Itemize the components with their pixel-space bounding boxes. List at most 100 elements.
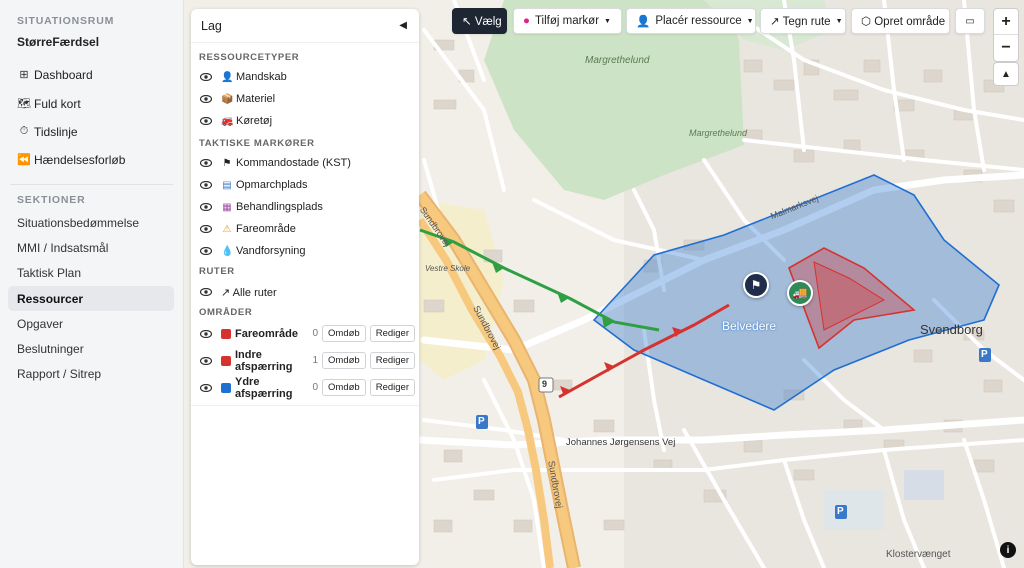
- eye-icon[interactable]: [200, 356, 212, 365]
- draw-route-button[interactable]: ↗ Tegn rute ▼: [760, 8, 846, 34]
- eye-icon[interactable]: [200, 288, 212, 296]
- add-marker-button[interactable]: ● Tilføj markør ▼: [513, 8, 622, 34]
- sidebar-divider: [10, 184, 173, 185]
- section-mmi[interactable]: MMI / Indsatsmål: [0, 235, 183, 260]
- nav-timeline[interactable]: ⏱ Tidslinje: [0, 119, 183, 144]
- area-swatch: [221, 382, 231, 393]
- nav-label: Hændelsesforløb: [34, 152, 126, 167]
- edit-button[interactable]: Rediger: [369, 379, 415, 396]
- routes-title: RUTER: [199, 266, 235, 277]
- nav-dashboard[interactable]: ⊞ Dashboard: [0, 62, 183, 87]
- nav-label: Fuld kort: [34, 96, 81, 111]
- print-button[interactable]: ▭: [955, 8, 985, 34]
- section-situationsbedoemmelse[interactable]: Situationsbedømmelse: [0, 210, 183, 235]
- timer-icon: ⏱: [19, 125, 29, 137]
- zoom-out-button[interactable]: −: [994, 35, 1018, 61]
- layer-row-all-routes[interactable]: ↗ Alle ruter: [191, 281, 419, 303]
- layer-row-opmarchplads[interactable]: ▤ Opmarchplads: [191, 174, 419, 196]
- layer-label: Materiel: [236, 93, 276, 105]
- eye-icon[interactable]: [200, 159, 212, 167]
- map-label-park-2: Margrethelund: [689, 128, 748, 138]
- rename-button[interactable]: Omdøb: [322, 379, 366, 396]
- layer-row-materiel[interactable]: 📦 Materiel: [191, 88, 419, 110]
- north-arrow-icon: ▲: [1001, 68, 1011, 80]
- area-count: 1: [312, 355, 319, 366]
- layer-row-fareomraade[interactable]: ⚠ Fareområde: [191, 218, 419, 240]
- rename-button[interactable]: Omdøb: [322, 352, 366, 369]
- map-icon: 🗺: [17, 98, 31, 110]
- eye-icon[interactable]: [200, 383, 212, 392]
- area-count: 0: [312, 382, 319, 393]
- add-marker-label: Tilføj markør: [534, 15, 600, 27]
- area-name: Indre afspærring: [235, 348, 293, 373]
- command-post-marker[interactable]: ⚑: [743, 272, 769, 298]
- resource-types-title: RESSOURCETYPER: [199, 52, 300, 63]
- vehicle-icon: 🚒: [221, 115, 234, 127]
- pin-icon: ●: [523, 15, 530, 27]
- eye-icon[interactable]: [200, 225, 212, 233]
- layer-label: Opmarchplads: [236, 179, 308, 191]
- rename-button[interactable]: Omdøb: [322, 325, 366, 342]
- map-label-klostervaenget: Klostervænget: [886, 549, 951, 560]
- eye-icon[interactable]: [200, 117, 212, 125]
- area-swatch: [221, 328, 231, 339]
- nav-full-map[interactable]: 🗺 Fuld kort: [0, 91, 183, 116]
- droplet-icon: 💧: [221, 245, 234, 257]
- section-beslutninger[interactable]: Beslutninger: [0, 336, 183, 361]
- eye-icon[interactable]: [200, 95, 212, 103]
- layer-row-mandskab[interactable]: 👤 Mandskab: [191, 66, 419, 88]
- layer-label: Fareområde: [236, 223, 296, 235]
- edit-button[interactable]: Rediger: [369, 325, 415, 342]
- flag-icon: ⚑: [222, 157, 232, 169]
- chevron-down-icon: ▼: [835, 17, 843, 25]
- area-row-fareomraade[interactable]: Fareområde 0 Omdøb Rediger: [191, 320, 419, 347]
- area-row-indre[interactable]: Indre afspærring 1 Omdøb Rediger: [191, 347, 419, 374]
- layer-label: Køretøj: [236, 115, 273, 127]
- zoom-in-button[interactable]: +: [994, 9, 1018, 35]
- map-label-johannes: Johannes Jørgensens Vej: [566, 437, 676, 448]
- tactical-title: TAKTISKE MARKØRER: [199, 138, 315, 149]
- chevron-down-icon: ▼: [604, 17, 611, 25]
- info-button[interactable]: i: [1000, 542, 1016, 558]
- layer-label: Kommandostade (KST): [236, 157, 351, 169]
- printer-icon: ▭: [965, 15, 975, 27]
- layer-label: Mandskab: [236, 71, 287, 83]
- nav-label: Dashboard: [34, 67, 93, 82]
- app-name: StørreFærdsel: [17, 35, 100, 49]
- area-swatch: [221, 355, 231, 366]
- nav-event-log[interactable]: ⏪ Hændelsesforløb: [0, 147, 183, 172]
- section-rapport[interactable]: Rapport / Sitrep: [0, 362, 183, 387]
- eye-icon[interactable]: [200, 73, 212, 81]
- layer-row-koeretoej[interactable]: 🚒 Køretøj: [191, 110, 419, 132]
- eye-icon[interactable]: [200, 329, 212, 338]
- layer-row-behandlingsplads[interactable]: ▦ Behandlingsplads: [191, 196, 419, 218]
- layer-row-kst[interactable]: ⚑ Kommandostade (KST): [191, 152, 419, 174]
- draw-route-label: ↗ Tegn rute: [770, 16, 831, 28]
- parking-icon: P: [981, 349, 988, 360]
- parking-icon: ▤: [222, 179, 232, 191]
- zoom-control: + −: [993, 8, 1019, 62]
- select-button[interactable]: ↖ Vælg: [452, 8, 507, 34]
- edit-button[interactable]: Rediger: [369, 352, 415, 369]
- compass-button[interactable]: ▲: [993, 62, 1019, 86]
- section-opgaver[interactable]: Opgaver: [0, 311, 183, 336]
- collapse-icon[interactable]: ◀: [399, 20, 407, 31]
- section-taktisk-plan[interactable]: Taktisk Plan: [0, 261, 183, 286]
- map-label-park: Margrethelund: [585, 55, 650, 66]
- parking-icon: P: [837, 506, 844, 517]
- eye-icon[interactable]: [200, 247, 212, 255]
- place-resource-button[interactable]: 👤 Placér ressource ▼: [626, 8, 756, 34]
- eye-icon[interactable]: [200, 203, 212, 211]
- warning-icon: ⚠: [222, 223, 232, 235]
- vehicle-marker[interactable]: 🚚: [787, 280, 813, 306]
- panel-divider: [191, 405, 419, 406]
- create-area-button[interactable]: ⬡ Opret område: [851, 8, 950, 34]
- rewind-icon: ⏪: [17, 154, 31, 166]
- area-name: Fareområde: [235, 327, 298, 340]
- area-row-ydre[interactable]: Ydre afspærring 0 Omdøb Rediger: [191, 374, 419, 401]
- layer-row-vandforsyning[interactable]: 💧 Vandforsyning: [191, 240, 419, 262]
- layer-label: Behandlingsplads: [236, 201, 323, 213]
- eye-icon[interactable]: [200, 181, 212, 189]
- section-ressourcer[interactable]: Ressourcer: [8, 285, 174, 312]
- area-count: 0: [312, 328, 319, 339]
